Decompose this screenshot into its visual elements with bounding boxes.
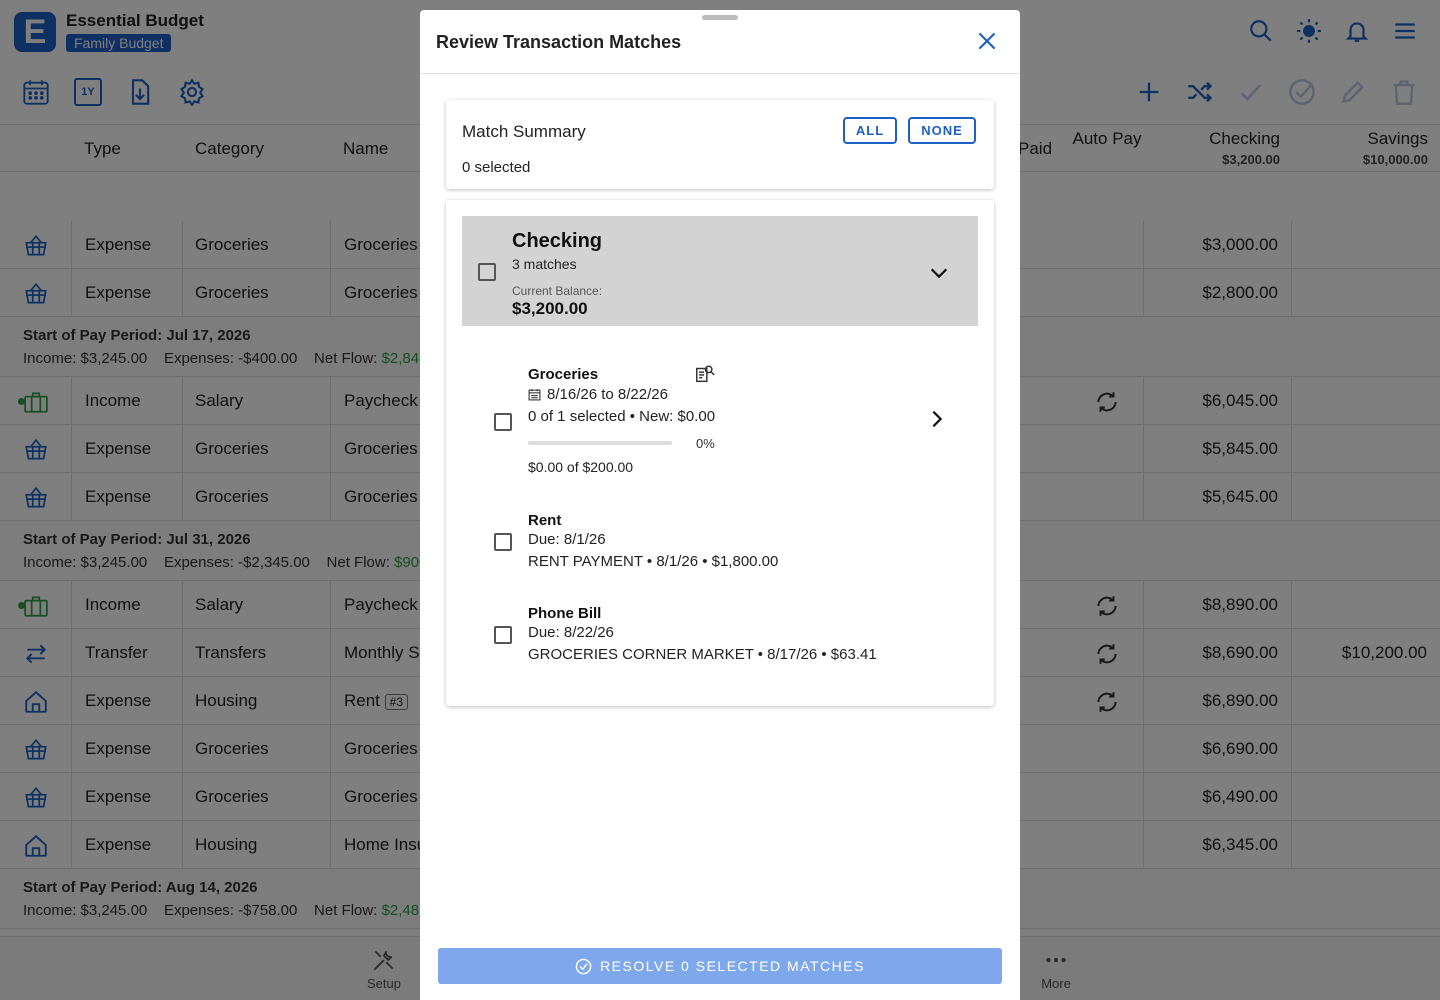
resolve-matches-button[interactable]: RESOLVE 0 SELECTED MATCHES	[438, 948, 1002, 984]
account-checkbox[interactable]	[478, 263, 496, 281]
match-summary-card: Match Summary ALL NONE 0 selected	[446, 100, 994, 189]
match-status: 0 of 1 selected • New: $0.00	[528, 408, 716, 425]
selected-count: 0 selected	[462, 159, 531, 176]
match-transaction-detail: RENT PAYMENT • 8/1/26 • $1,800.00	[528, 553, 779, 570]
match-transaction-detail: GROCERIES CORNER MARKET • 8/17/26 • $63.…	[528, 646, 877, 663]
dialog-header: Review Transaction Matches	[420, 10, 1020, 74]
close-icon	[978, 32, 996, 50]
account-name: Checking	[512, 230, 603, 252]
match-title: Groceries	[528, 366, 599, 383]
balance-label: Current Balance:	[512, 284, 603, 298]
calendar-small-icon	[528, 388, 541, 406]
budget-amount: $0.00 of $200.00	[528, 459, 634, 475]
check-circle-icon	[575, 958, 592, 975]
account-match-count: 3 matches	[512, 256, 577, 272]
budget-progress-percent: 0%	[696, 436, 715, 451]
match-title: Phone Bill	[528, 605, 602, 622]
match-title: Rent	[528, 512, 562, 529]
chevron-down-icon	[930, 268, 948, 279]
match-checkbox[interactable]	[494, 413, 512, 431]
account-balance: $3,200.00	[512, 299, 588, 318]
close-button[interactable]	[974, 28, 1000, 54]
select-all-button[interactable]: ALL	[843, 117, 897, 144]
document-search-icon[interactable]	[694, 363, 716, 390]
account-header[interactable]: Checking 3 matches Current Balance: $3,2…	[462, 216, 978, 326]
review-matches-dialog: Review Transaction Matches Match Summary…	[420, 10, 1020, 1000]
match-date-range: 8/16/26 to 8/22/26	[547, 386, 668, 403]
expand-toggle[interactable]	[928, 262, 950, 284]
match-due-date: Due: 8/22/26	[528, 624, 614, 641]
budget-progress-bar	[528, 441, 672, 445]
match-summary-title: Match Summary	[462, 122, 586, 141]
resolve-label: RESOLVE 0 SELECTED MATCHES	[600, 958, 865, 974]
match-checkbox[interactable]	[494, 533, 512, 551]
match-checkbox[interactable]	[494, 626, 512, 644]
match-due-date: Due: 8/1/26	[528, 531, 606, 548]
select-none-button[interactable]: NONE	[908, 117, 976, 144]
chevron-right-icon[interactable]	[926, 408, 948, 435]
dialog-title: Review Transaction Matches	[436, 32, 682, 52]
account-match-group: Checking 3 matches Current Balance: $3,2…	[446, 200, 994, 706]
